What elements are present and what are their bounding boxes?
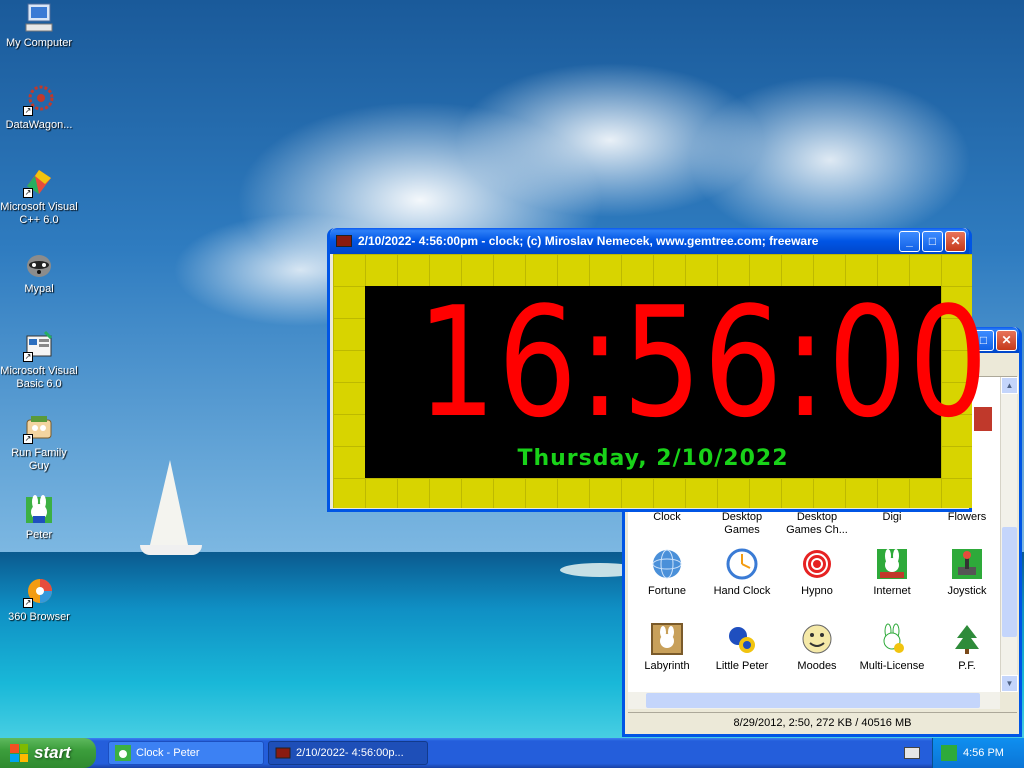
file-item-internet[interactable]: Internet [855,547,929,598]
datawagon-icon: ↗ [23,84,55,116]
system-tray: 4:56 PM [932,738,1024,768]
desktop-icon-mypal[interactable]: Mypal [0,248,78,296]
file-item-moodes[interactable]: Moodes [780,622,854,673]
file-item-fortune[interactable]: Fortune [630,547,704,598]
globe-icon [650,547,684,581]
close-button[interactable]: ✕ [996,329,1017,351]
computer-icon [23,2,55,34]
desktop-icon-visual-cpp[interactable]: ↗ Microsoft Visual C++ 6.0 [0,166,78,227]
sailboat-hull [140,545,202,555]
scroll-thumb[interactable] [1002,527,1017,637]
smiley-icon [800,622,834,656]
360-browser-icon: ↗ [23,576,55,608]
shortcut-arrow-icon: ↗ [23,352,33,362]
shortcut-arrow-icon: ↗ [23,598,33,608]
file-item-digi[interactable]: Digi [855,511,929,524]
family-guy-icon: ↗ [23,412,55,444]
desktop-icon-360-browser[interactable]: ↗ 360 Browser [0,576,78,624]
spiral-icon [800,547,834,581]
shortcut-arrow-icon: ↗ [23,188,33,198]
file-item-hypno[interactable]: Hypno [780,547,854,598]
file-item-clock[interactable]: Clock [630,511,704,524]
bunny-icon [23,494,55,526]
clock-frame: 16:56:00 Thursday, 2/10/2022 [333,254,988,508]
horizontal-scrollbar[interactable] [628,692,1000,709]
file-item-multi-license[interactable]: Multi-License [855,622,929,673]
scroll-down-icon[interactable]: ▼ [1001,675,1018,692]
pacifier-icon [725,622,759,656]
minimize-button[interactable]: _ [899,230,920,252]
file-item-desktop-games-ch[interactable]: Desktop Games Ch... [780,511,854,537]
shortcut-arrow-icon: ↗ [23,106,33,116]
desktop-icon-run-family-guy[interactable]: ↗ Run Family Guy [0,412,78,473]
keyboard-icon[interactable] [904,747,920,759]
bunny-icon [115,745,131,761]
horizontal-scroll-thumb[interactable] [646,693,980,708]
taskbar: start Clock - Peter 2/10/2022- 4:56:00p.… [0,738,1024,768]
desktop-icon-my-computer[interactable]: My Computer [0,2,78,50]
bunny-www-icon [875,547,909,581]
maximize-button[interactable]: □ [922,230,943,252]
clock-face: 16:56:00 Thursday, 2/10/2022 [365,278,988,478]
file-item-desktop-games[interactable]: Desktop Games [705,511,779,537]
bunny-medal-icon [875,622,909,656]
clock-icon [725,547,759,581]
clock-time: 16:56:00 [416,274,990,451]
close-button[interactable]: ✕ [945,230,966,252]
file-item-labyrinth[interactable]: Labyrinth [630,622,704,673]
clock-app-icon [275,745,291,761]
clock-app-icon [336,235,352,247]
file-item-flowers[interactable]: Flowers [930,511,1000,524]
file-item-little-peter[interactable]: Little Peter [705,622,779,673]
file-item-hand-clock[interactable]: Hand Clock [705,547,779,598]
visual-cpp-icon: ↗ [23,166,55,198]
file-item-pf[interactable]: P.F. [930,622,1000,673]
raccoon-icon [23,248,55,280]
file-item-joystick[interactable]: Joystick [930,547,1000,598]
window-title: 2/10/2022- 4:56:00pm - clock; (c) Mirosl… [358,234,819,248]
taskbar-button-clock-peter[interactable]: Clock - Peter [108,741,264,765]
sailboat-sail [150,460,188,545]
visual-basic-icon: ↗ [23,330,55,362]
joystick-icon [950,547,984,581]
clock-date: Thursday, 2/10/2022 [517,446,789,471]
clock-titlebar[interactable]: 2/10/2022- 4:56:00pm - clock; (c) Mirosl… [330,228,969,254]
taskbar-button-clock-window[interactable]: 2/10/2022- 4:56:00p... [268,741,428,765]
tree-icon [950,622,984,656]
shortcut-arrow-icon: ↗ [23,434,33,444]
bunny-portrait-icon [650,622,684,656]
start-button[interactable]: start [0,738,96,768]
status-bar: 8/29/2012, 2:50, 272 KB / 40516 MB [628,712,1017,732]
desktop-icon-datawagon[interactable]: ↗ DataWagon... [0,84,78,132]
tray-clock[interactable]: 4:56 PM [963,747,1004,759]
desktop-icon-peter[interactable]: Peter [0,494,78,542]
clock-window[interactable]: 2/10/2022- 4:56:00pm - clock; (c) Mirosl… [327,228,988,512]
scroll-up-icon[interactable]: ▲ [1001,377,1018,394]
vertical-scrollbar[interactable]: ▲ ▼ [1000,377,1018,692]
network-icon[interactable] [941,745,957,761]
desktop-icon-visual-basic[interactable]: ↗ Microsoft Visual Basic 6.0 [0,330,78,391]
windows-flag-icon [10,744,28,762]
